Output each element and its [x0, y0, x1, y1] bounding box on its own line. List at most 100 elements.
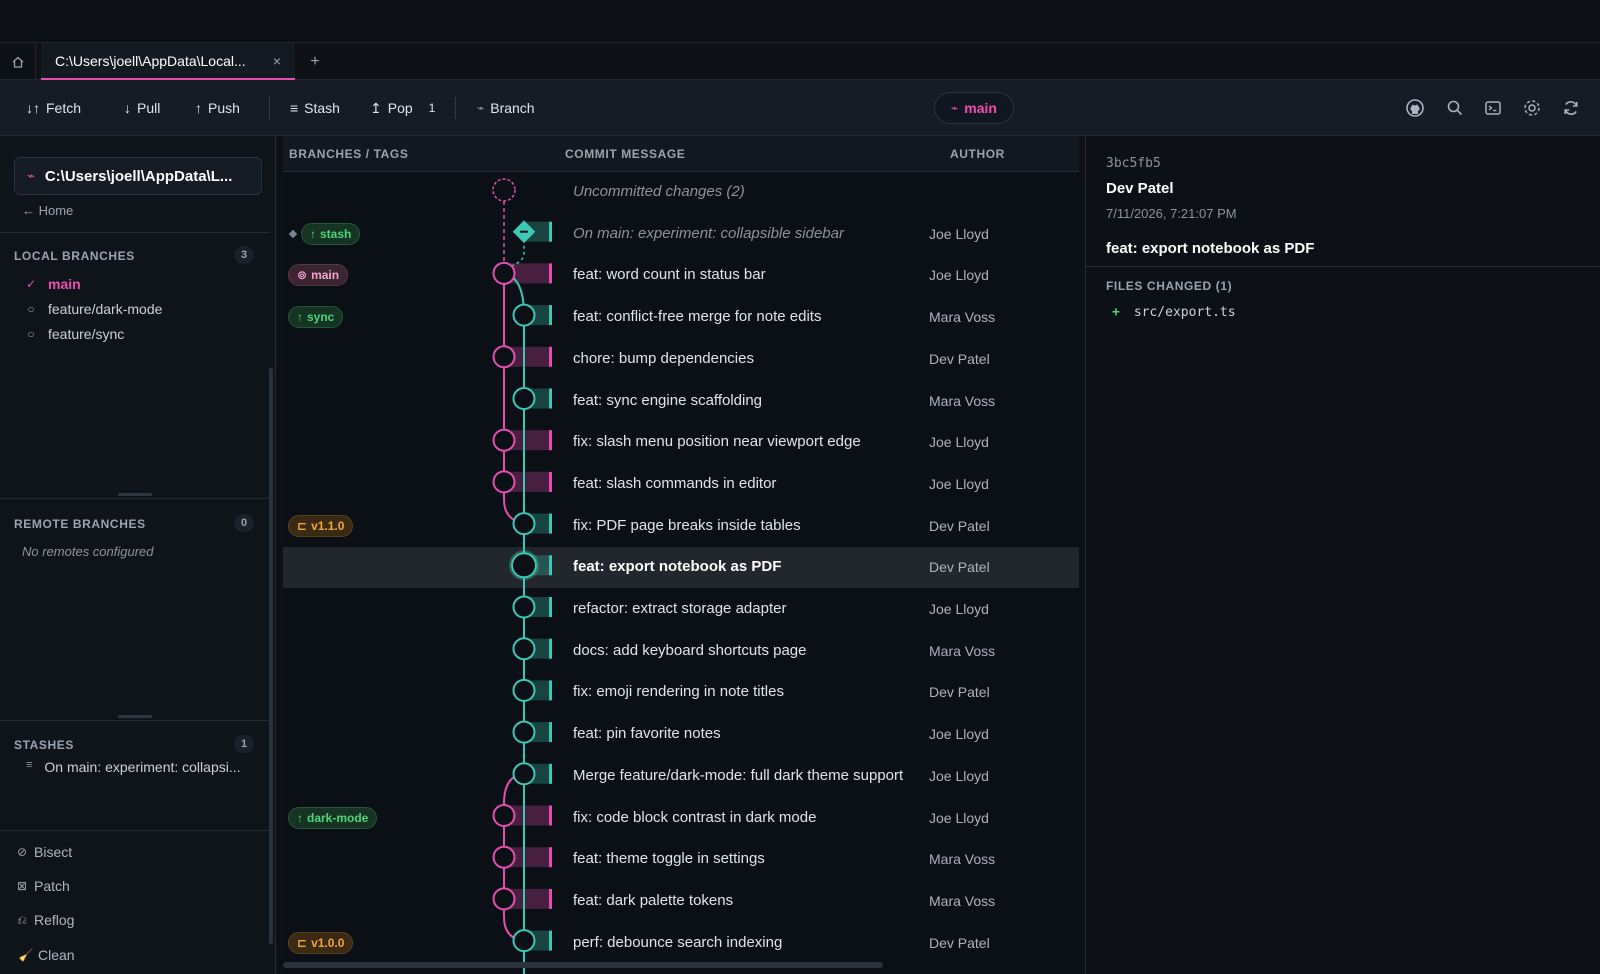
- reflog-button[interactable]: ⎌ Reflog: [16, 912, 74, 928]
- check-icon: ✓: [25, 277, 37, 291]
- commit-node: [492, 261, 516, 285]
- github-icon[interactable]: [1402, 94, 1428, 122]
- reflog-icon: ⎌: [17, 912, 27, 927]
- commit-message: Merge feature/dark-mode: full dark theme…: [573, 766, 904, 784]
- row-lane-marker: [549, 388, 552, 409]
- sidebar-scrollbar[interactable]: [269, 368, 273, 944]
- local-branch-sync[interactable]: ○ feature/sync: [26, 323, 124, 345]
- row-lane-marker: [549, 722, 552, 743]
- current-branch-label: main: [964, 100, 997, 116]
- commit-node: [512, 637, 536, 661]
- pull-label: Pull: [137, 100, 161, 116]
- commit-node: [512, 595, 536, 619]
- local-branch-dark-mode[interactable]: ○ feature/dark-mode: [26, 298, 162, 320]
- pull-button[interactable]: ↓ Pull: [124, 80, 160, 136]
- repo-name: C:\Users\joell\AppData\L...: [44, 167, 233, 185]
- commit-author: Dev Patel: [929, 350, 990, 367]
- commit-message: fix: slash menu position near viewport e…: [573, 433, 861, 451]
- home-link[interactable]: ← Home: [22, 203, 73, 218]
- gear-icon[interactable]: [1519, 94, 1545, 122]
- current-branch-pill[interactable]: ⌁ main: [934, 92, 1014, 124]
- stash-icon: ≡: [26, 759, 33, 771]
- home-tab[interactable]: [0, 43, 36, 80]
- resize-handle[interactable]: [118, 493, 152, 496]
- stash-entry[interactable]: ≡ On main: experiment: collapsi...: [26, 759, 241, 775]
- push-button[interactable]: ↑ Push: [195, 80, 240, 136]
- commit-graph-lines: [492, 178, 552, 974]
- commit-date: 7/11/2026, 7:21:07 PM: [1106, 206, 1237, 221]
- fetch-label: Fetch: [46, 100, 82, 116]
- branch-button[interactable]: ⌁ Branch: [477, 80, 535, 136]
- arrow-down-icon: ↓: [124, 100, 131, 116]
- stash-line: [507, 239, 525, 269]
- sidebar-divider: [0, 232, 270, 233]
- stash-label: On main: experiment: collapsi...: [44, 759, 241, 775]
- commit-hash[interactable]: 3bc5fb5: [1106, 156, 1161, 171]
- tab-repo[interactable]: C:\Users\joell\AppData\Local... ×: [41, 43, 295, 80]
- stashes-count: 1: [234, 735, 254, 753]
- patch-button[interactable]: ⊠ Patch: [16, 878, 70, 894]
- commit-author: Joe Lloyd: [929, 475, 989, 492]
- local-branch-main[interactable]: ✓ main: [26, 273, 81, 295]
- commit-author: Dev Patel: [1106, 180, 1174, 197]
- repo-selector[interactable]: ⌁ C:\Users\joell\AppData\L...: [14, 157, 262, 195]
- commit-node: [492, 845, 516, 869]
- horizontal-scrollbar[interactable]: [283, 962, 883, 968]
- no-remotes-note: No remotes configured: [22, 544, 154, 559]
- branch-name: feature/sync: [48, 326, 125, 342]
- commit-message: feat: export notebook as PDF: [1106, 240, 1315, 257]
- commit-author: Joe Lloyd: [929, 267, 989, 284]
- patch-label: Patch: [34, 878, 70, 894]
- commit-message: feat: pin favorite notes: [573, 725, 721, 743]
- commit-node: [512, 929, 536, 953]
- clean-button[interactable]: 🧹 Clean: [19, 947, 75, 963]
- resize-handle[interactable]: [118, 715, 152, 718]
- branch-icon: ⌁: [477, 101, 485, 115]
- reflog-label: Reflog: [34, 912, 75, 928]
- row-lane-marker: [549, 430, 552, 451]
- changed-file[interactable]: + src/export.ts: [1112, 305, 1236, 320]
- fetch-button[interactable]: ↓↑ Fetch: [26, 80, 81, 136]
- close-icon[interactable]: ×: [273, 53, 281, 69]
- commit-message-header: COMMIT MESSAGE: [565, 147, 686, 161]
- commit-message: fix: PDF page breaks inside tables: [573, 516, 801, 534]
- row-lane-marker: [549, 888, 552, 909]
- commit-message: feat: dark palette tokens: [573, 891, 734, 909]
- arrow-up-icon: ↑: [195, 100, 202, 116]
- bisect-button[interactable]: ⊘ Bisect: [16, 844, 72, 860]
- commit-author: Mara Voss: [929, 851, 996, 868]
- commit-message: feat: conflict-free merge for note edits: [573, 308, 822, 326]
- commit-author: Mara Voss: [929, 642, 996, 659]
- circle-icon: ○: [27, 327, 35, 341]
- title-bar: [0, 0, 1600, 43]
- commit-node: [512, 387, 536, 410]
- add-tab-button[interactable]: +: [302, 43, 328, 80]
- search-icon[interactable]: [1442, 94, 1468, 122]
- stash-icon: ≡: [290, 100, 299, 116]
- stash-label: Stash: [304, 100, 340, 116]
- sidebar-divider: [0, 498, 270, 499]
- stash-button[interactable]: ≡ Stash: [290, 80, 340, 136]
- commit-details-panel: 3bc5fb5 Dev Patel 7/11/2026, 7:21:07 PM …: [1085, 136, 1600, 974]
- bisect-icon: ⊘: [16, 845, 28, 859]
- refresh-icon[interactable]: [1558, 94, 1584, 122]
- commit-message: feat: export notebook as PDF: [573, 558, 782, 576]
- commit-node: [512, 720, 536, 744]
- remote-branches-title: REMOTE BRANCHES: [14, 517, 146, 531]
- commit-author: Mara Voss: [929, 892, 996, 909]
- commit-node: [492, 804, 516, 827]
- commit-author: Mara Voss: [929, 309, 996, 326]
- commit-author: Mara Voss: [929, 392, 996, 409]
- commit-node: [512, 762, 536, 786]
- terminal-icon[interactable]: [1480, 94, 1506, 122]
- commit-author: Dev Patel: [929, 684, 990, 701]
- commit-node: [512, 303, 536, 327]
- row-lane-marker: [549, 221, 552, 242]
- details-divider: [1086, 266, 1600, 267]
- commit-node: [492, 887, 516, 911]
- row-lane-marker: [549, 471, 552, 492]
- commit-message: refactor: extract storage adapter: [573, 600, 787, 617]
- row-lane-marker: [549, 305, 552, 326]
- pop-button[interactable]: ↥ Pop 1: [370, 80, 435, 136]
- row-lane-marker: [549, 930, 552, 951]
